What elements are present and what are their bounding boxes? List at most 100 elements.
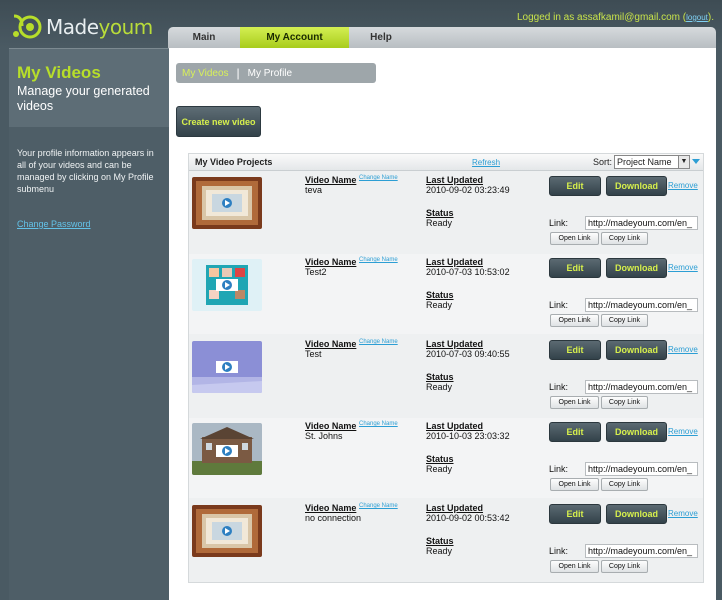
logo-icon — [13, 14, 42, 39]
video-link-field[interactable]: http://madeyoum.com/en_ — [585, 380, 698, 394]
change-name-link[interactable]: Change Name — [359, 421, 398, 427]
video-link-field[interactable]: http://madeyoum.com/en_ — [585, 544, 698, 558]
edit-button[interactable]: Edit — [549, 340, 601, 360]
sidebar: My Videos Manage your generated videos Y… — [9, 48, 169, 600]
status-value: Ready — [426, 546, 453, 556]
projects-title: My Video Projects — [195, 157, 273, 167]
sidebar-subtitle: Manage your generated videos — [17, 84, 150, 113]
download-button[interactable]: Download — [606, 504, 667, 524]
video-project-row: Video Name Change Name Test Last Updated… — [189, 336, 703, 416]
collage-icon[interactable] — [192, 259, 262, 311]
last-updated-label: Last Updated — [426, 175, 484, 185]
main-content: My Videos | My Profile Create new video … — [169, 48, 716, 600]
video-name-label: Video Name — [305, 257, 357, 267]
sort-value: Project Name — [617, 157, 672, 167]
sky-scene-icon[interactable] — [192, 341, 262, 393]
open-link-button[interactable]: Open Link — [550, 314, 599, 327]
download-button[interactable]: Download — [606, 176, 667, 196]
edit-button[interactable]: Edit — [549, 176, 601, 196]
tab-help[interactable]: Help — [349, 27, 413, 48]
video-project-row: Video Name Change Name no connection Las… — [189, 500, 703, 580]
video-name-label: Video Name — [305, 339, 357, 349]
last-updated-label: Last Updated — [426, 503, 484, 513]
subtab-separator: | — [236, 66, 240, 80]
link-label: Link: — [549, 218, 569, 228]
last-updated-value: 2010-07-03 10:53:02 — [426, 267, 510, 277]
video-name-label: Video Name — [305, 421, 357, 431]
link-label: Link: — [549, 382, 569, 392]
chevron-down-icon[interactable]: ▼ — [678, 156, 689, 168]
download-button[interactable]: Download — [606, 422, 667, 442]
tab-main[interactable]: Main — [168, 27, 240, 48]
video-name-value: St. Johns — [305, 431, 343, 441]
sort-direction-icon[interactable] — [692, 159, 700, 164]
video-name-label: Video Name — [305, 503, 357, 513]
logout-link[interactable]: logout — [686, 13, 708, 22]
download-button[interactable]: Download — [606, 340, 667, 360]
status-label: Status — [426, 208, 454, 218]
link-label: Link: — [549, 464, 569, 474]
open-link-button[interactable]: Open Link — [550, 396, 599, 409]
sidebar-header: My Videos Manage your generated videos — [9, 49, 169, 127]
status-label: Status — [426, 290, 454, 300]
logo-text: Madeyoum — [46, 15, 153, 39]
login-prefix: Logged in as — [516, 12, 575, 23]
subtab-my-profile[interactable]: My Profile — [248, 68, 292, 79]
user-email: assafkamil@gmail.com — [577, 12, 680, 23]
last-updated-label: Last Updated — [426, 421, 484, 431]
edit-button[interactable]: Edit — [549, 504, 601, 524]
edit-button[interactable]: Edit — [549, 422, 601, 442]
tab-my-account[interactable]: My Account — [240, 27, 349, 48]
video-link-field[interactable]: http://madeyoum.com/en_ — [585, 216, 698, 230]
refresh-link[interactable]: Refresh — [472, 158, 500, 167]
status-label: Status — [426, 454, 454, 464]
video-link-field[interactable]: http://madeyoum.com/en_ — [585, 298, 698, 312]
video-name-value: no connection — [305, 513, 362, 523]
logo[interactable]: Madeyoum — [10, 10, 153, 44]
open-link-button[interactable]: Open Link — [550, 232, 599, 245]
last-updated-label: Last Updated — [426, 339, 484, 349]
create-new-video-button[interactable]: Create new video — [176, 106, 261, 137]
last-updated-value: 2010-09-02 03:23:49 — [426, 185, 510, 195]
change-name-link[interactable]: Change Name — [359, 175, 398, 181]
open-link-button[interactable]: Open Link — [550, 560, 599, 573]
change-name-link[interactable]: Change Name — [359, 339, 398, 345]
edit-button[interactable]: Edit — [549, 258, 601, 278]
remove-link[interactable]: Remove — [668, 427, 698, 436]
sidebar-description: Your profile information appears in all … — [17, 148, 154, 194]
copy-link-button[interactable]: Copy Link — [601, 560, 648, 573]
video-project-row: Video Name Change Name St. Johns Last Up… — [189, 418, 703, 498]
copy-link-button[interactable]: Copy Link — [601, 478, 648, 491]
change-name-link[interactable]: Change Name — [359, 257, 398, 263]
status-value: Ready — [426, 218, 453, 228]
open-link-button[interactable]: Open Link — [550, 478, 599, 491]
change-password-link[interactable]: Change Password — [9, 195, 169, 229]
framed-room-icon[interactable] — [192, 505, 262, 557]
video-name-value: teva — [305, 185, 323, 195]
remove-link[interactable]: Remove — [668, 181, 698, 190]
copy-link-button[interactable]: Copy Link — [601, 396, 648, 409]
download-button[interactable]: Download — [606, 258, 667, 278]
copy-link-button[interactable]: Copy Link — [601, 232, 648, 245]
video-project-row: Video Name Change Name Test2 Last Update… — [189, 254, 703, 334]
status-value: Ready — [426, 464, 453, 474]
video-name-value: Test — [305, 349, 322, 359]
video-name-label: Video Name — [305, 175, 357, 185]
change-name-link[interactable]: Change Name — [359, 503, 398, 509]
main-tabs: Main My Account Help — [168, 27, 716, 48]
status-value: Ready — [426, 382, 453, 392]
last-updated-value: 2010-10-03 23:03:32 — [426, 431, 510, 441]
status-label: Status — [426, 536, 454, 546]
video-link-field[interactable]: http://madeyoum.com/en_ — [585, 462, 698, 476]
status-label: Status — [426, 372, 454, 382]
remove-link[interactable]: Remove — [668, 263, 698, 272]
house-icon[interactable] — [192, 423, 262, 475]
subtab-my-videos[interactable]: My Videos — [182, 68, 229, 79]
video-name-value: Test2 — [305, 267, 327, 277]
framed-room-icon[interactable] — [192, 177, 262, 229]
sub-navigation: My Videos | My Profile — [176, 63, 376, 83]
sort-select[interactable]: Project Name ▼ — [614, 155, 690, 169]
remove-link[interactable]: Remove — [668, 509, 698, 518]
remove-link[interactable]: Remove — [668, 345, 698, 354]
copy-link-button[interactable]: Copy Link — [601, 314, 648, 327]
